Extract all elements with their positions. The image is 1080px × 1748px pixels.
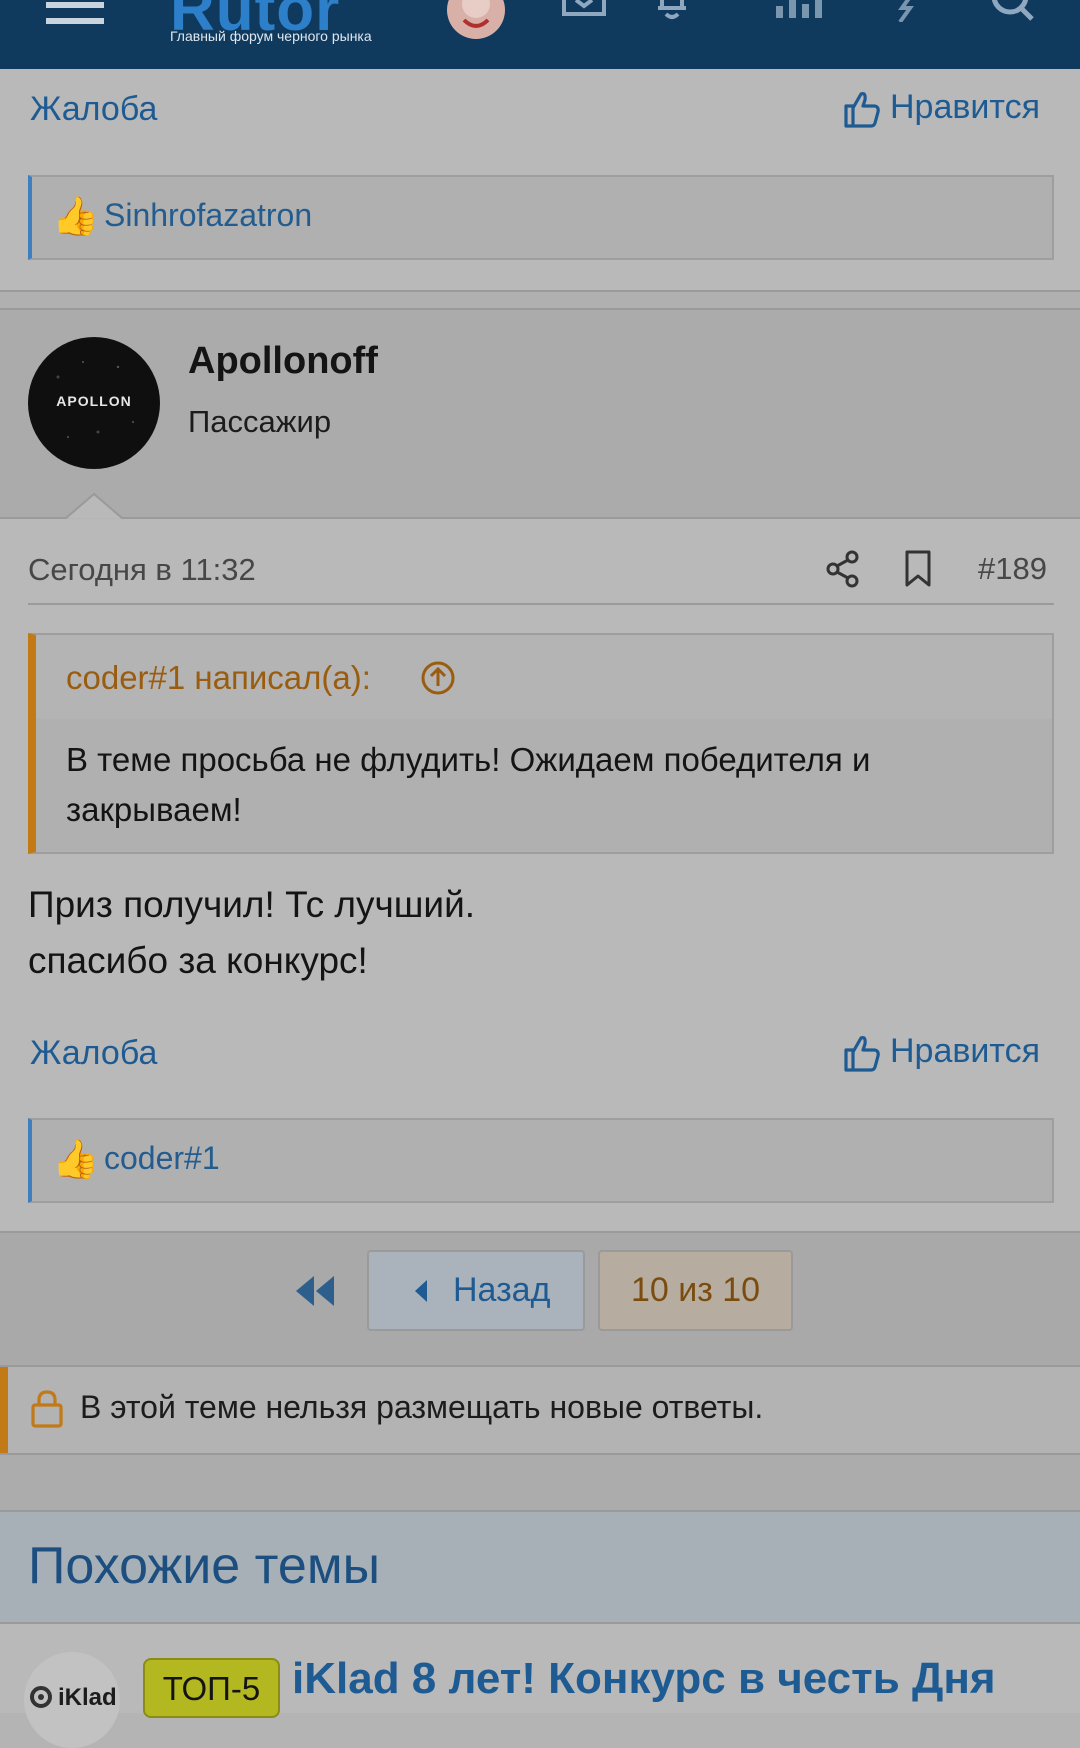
post-number[interactable]: #189 <box>978 551 1047 587</box>
caret-left-icon <box>415 1280 427 1302</box>
header-notch <box>0 492 1080 520</box>
user-title: Пассажир <box>188 404 332 439</box>
post-meta-divider <box>28 603 1054 605</box>
thread-avatar[interactable]: iKlad <box>24 1652 120 1748</box>
similar-item[interactable]: iKlad ТОП-5 iKlad 8 лет! Конкурс в честь… <box>0 1624 1080 1748</box>
stats-icon[interactable] <box>774 0 826 20</box>
thumbs-up-emoji-icon: 👍 <box>52 196 100 238</box>
lock-icon <box>31 1390 63 1428</box>
user-avatar[interactable]: APOLLON <box>28 337 160 469</box>
bell-icon[interactable] <box>648 0 696 20</box>
back-label: Назад <box>453 1271 551 1309</box>
username[interactable]: Apollonoff <box>188 340 378 383</box>
like-label: Нравится <box>890 1032 1041 1070</box>
similar-heading: Похожие темы <box>28 1537 380 1595</box>
arrow-up-circle-icon[interactable] <box>420 660 456 696</box>
reaction-bar[interactable]: 👍 Sinhrofazatron <box>28 175 1054 260</box>
avatar-icon[interactable] <box>446 0 506 40</box>
thread-avatar-text: iKlad <box>58 1684 117 1711</box>
thread-tag-label: ТОП-5 <box>162 1670 261 1707</box>
similar-header: Похожие темы <box>0 1512 1080 1622</box>
locked-notice-text: В этой теме нельзя размещать новые ответ… <box>80 1389 764 1425</box>
quote-text: В теме просьба не флудить! Ожидаем побед… <box>66 741 871 828</box>
avatar-text: APOLLON <box>56 393 132 409</box>
gear-icon <box>30 1686 52 1708</box>
bookmark-icon[interactable] <box>904 550 932 588</box>
site-tagline: Главный форум черного рынка <box>170 28 372 44</box>
share-icon[interactable] <box>826 550 860 588</box>
thumbs-up-icon <box>844 92 880 128</box>
quote-author[interactable]: coder#1 написал(а): <box>66 659 371 697</box>
inbox-icon[interactable] <box>562 0 606 18</box>
locked-notice: В этой теме нельзя размещать новые ответ… <box>0 1367 1080 1453</box>
reaction-user[interactable]: coder#1 <box>104 1140 220 1177</box>
double-left-icon[interactable] <box>296 1276 336 1306</box>
post-time[interactable]: Сегодня в 11:32 <box>28 552 256 588</box>
section-gap <box>0 1455 1080 1510</box>
top-bar: Rutor Главный форум черного рынка <box>0 0 1080 69</box>
current-page[interactable]: 10 из 10 <box>598 1250 793 1331</box>
thread-title[interactable]: iKlad 8 лет! Конкурс в честь Дня <box>292 1654 996 1704</box>
lightning-icon[interactable] <box>892 0 922 22</box>
report-link[interactable]: Жалоба <box>30 90 157 129</box>
post-user-header <box>0 310 1080 518</box>
thread-tag[interactable]: ТОП-5 <box>143 1658 280 1718</box>
thumbs-up-emoji-icon: 👍 <box>52 1139 100 1181</box>
back-button[interactable]: Назад <box>367 1250 585 1331</box>
menu-icon[interactable] <box>46 0 106 30</box>
post-gap <box>0 292 1080 308</box>
thumbs-up-icon <box>844 1036 880 1072</box>
post-text-line-1: Приз получил! Тс лучший. <box>28 884 476 925</box>
report-link[interactable]: Жалоба <box>30 1034 157 1073</box>
reaction-user[interactable]: Sinhrofazatron <box>104 197 312 234</box>
search-icon[interactable] <box>990 0 1038 22</box>
post-text-line-2: спасибо за конкурс! <box>28 940 368 981</box>
reaction-bar[interactable]: 👍 coder#1 <box>28 1118 1054 1203</box>
like-label: Нравится <box>890 88 1041 126</box>
quote-block: coder#1 написал(а): В теме просьба не фл… <box>28 633 1054 854</box>
page-label: 10 из 10 <box>630 1271 761 1309</box>
